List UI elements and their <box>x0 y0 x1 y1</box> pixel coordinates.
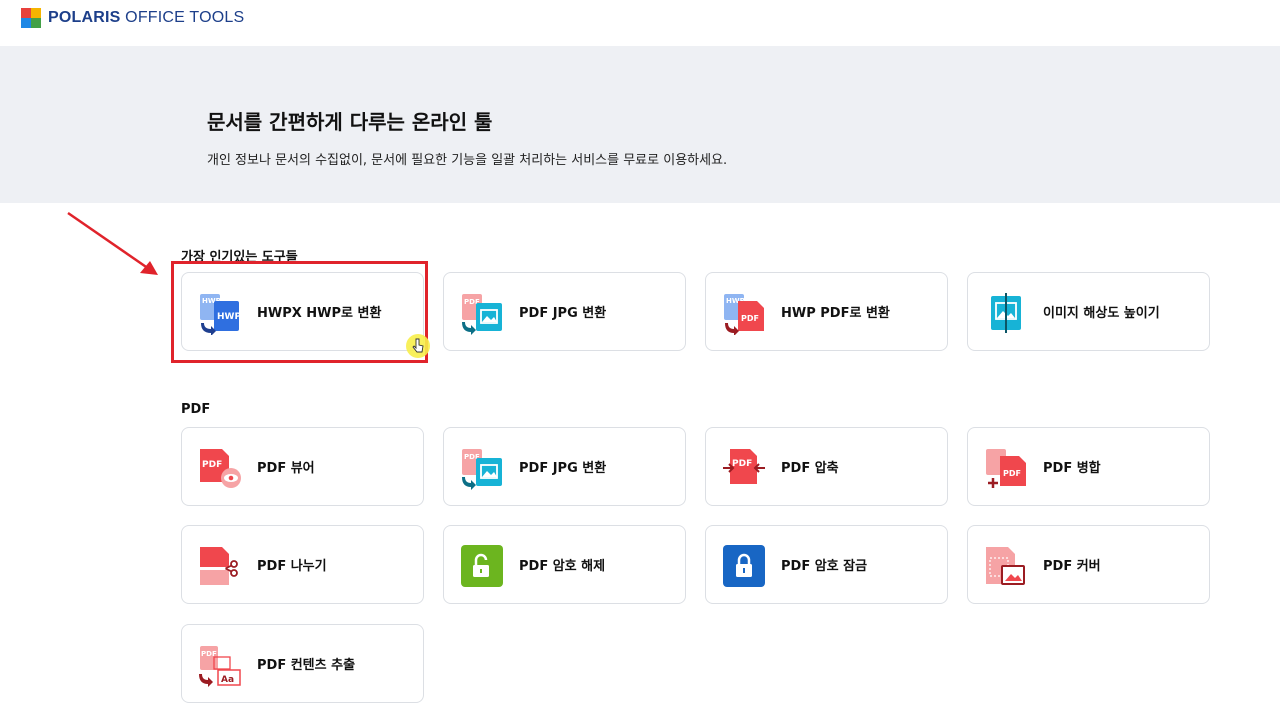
tool-card-pdf-split[interactable]: PDF 나누기 <box>181 525 424 604</box>
polaris-logo[interactable]: POLARIS OFFICE TOOLS <box>21 8 244 28</box>
pdf-viewer-icon: PDF <box>198 446 242 490</box>
pdf-merge-icon: PDF <box>984 446 1028 490</box>
pdf-compress-icon: PDF <box>722 446 766 490</box>
tool-card-label: 이미지 해상도 높이기 <box>1043 306 1160 321</box>
mouse-cursor-icon <box>406 334 430 358</box>
hero-banner: 문서를 간편하게 다루는 온라인 툴 개인 정보나 문서의 수집없이, 문서에 … <box>0 46 1280 203</box>
pdf-lock-icon <box>722 544 766 588</box>
svg-text:PDF: PDF <box>202 460 222 470</box>
pdf-cover-icon <box>984 544 1028 588</box>
tool-card-pdf-extract[interactable]: PDF Aa PDF 컨텐츠 추출 <box>181 624 424 703</box>
brand-name: POLARIS OFFICE TOOLS <box>48 9 245 26</box>
svg-text:PDF: PDF <box>732 459 752 469</box>
pdf-split-icon <box>198 544 242 588</box>
tool-card-image-upscale[interactable]: 이미지 해상도 높이기 <box>967 272 1210 351</box>
page-title: 문서를 간편하게 다루는 온라인 툴 <box>207 110 493 134</box>
annotation-highlight-box <box>171 261 428 363</box>
page-subtitle: 개인 정보나 문서의 수집없이, 문서에 필요한 기능을 일괄 처리하는 서비스… <box>207 153 728 168</box>
svg-text:PDF: PDF <box>1003 469 1021 478</box>
tool-card-label: PDF 컨텐츠 추출 <box>257 658 356 673</box>
hwp-to-pdf-icon: HWP PDF <box>722 291 766 335</box>
annotation-arrow-icon <box>67 211 158 275</box>
tool-card-label: PDF 병합 <box>1043 461 1101 476</box>
tool-card-pdf-viewer[interactable]: PDF PDF 뷰어 <box>181 427 424 506</box>
tool-card-label: PDF 나누기 <box>257 559 327 574</box>
tool-card-label: PDF JPG 변환 <box>519 461 607 476</box>
pdf-to-jpg-icon: PDF <box>460 446 504 490</box>
tool-card-pdf-merge[interactable]: PDF PDF 병합 <box>967 427 1210 506</box>
tool-card-label: PDF 압축 <box>781 461 839 476</box>
svg-text:Aa: Aa <box>221 675 234 685</box>
pdf-to-jpg-icon: PDF <box>460 291 504 335</box>
tool-card-pdf-unlock[interactable]: PDF 암호 해제 <box>443 525 686 604</box>
tool-card-label: PDF 뷰어 <box>257 461 315 476</box>
tool-card-label: PDF 암호 잠금 <box>781 559 868 574</box>
pdf-unlock-icon <box>460 544 504 588</box>
tool-card-label: PDF 커버 <box>1043 559 1101 574</box>
svg-text:PDF: PDF <box>741 314 759 323</box>
tool-card-pdf-to-jpg-2[interactable]: PDF PDF JPG 변환 <box>443 427 686 506</box>
top-bar: POLARIS OFFICE TOOLS <box>0 0 1280 46</box>
tool-card-pdf-cover[interactable]: PDF 커버 <box>967 525 1210 604</box>
section-heading-pdf: PDF <box>181 402 211 417</box>
tool-card-label: PDF JPG 변환 <box>519 306 607 321</box>
tool-card-pdf-to-jpg[interactable]: PDF PDF JPG 변환 <box>443 272 686 351</box>
tool-card-hwp-to-pdf[interactable]: HWP PDF HWP PDF로 변환 <box>705 272 948 351</box>
tool-card-label: HWP PDF로 변환 <box>781 306 890 321</box>
tool-card-pdf-compress[interactable]: PDF PDF 압축 <box>705 427 948 506</box>
image-upscale-icon <box>984 291 1028 335</box>
tool-card-pdf-lock[interactable]: PDF 암호 잠금 <box>705 525 948 604</box>
pdf-extract-icon: PDF Aa <box>198 643 242 687</box>
tool-card-label: PDF 암호 해제 <box>519 559 606 574</box>
polaris-logo-mark-icon <box>21 8 41 28</box>
